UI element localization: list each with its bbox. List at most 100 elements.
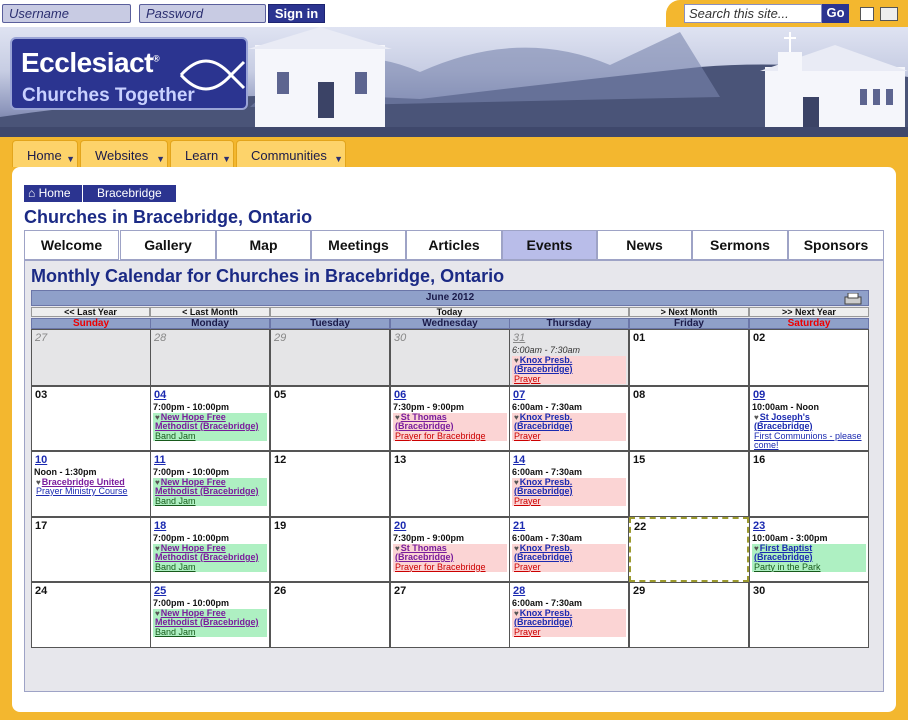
event-organization-link[interactable]: Knox Presb. (Bracebridge): [514, 543, 573, 563]
nav-home[interactable]: Home ▼: [12, 140, 78, 167]
event-name-link[interactable]: Prayer: [514, 496, 624, 507]
calendar-day-cell[interactable]: 20 7:30pm - 9:00pm ♥St Thomas (Bracebridge…: [390, 517, 510, 582]
event-name-link[interactable]: Band Jam: [155, 496, 265, 507]
day-number[interactable]: 18: [154, 520, 166, 532]
day-number[interactable]: 20: [394, 520, 406, 532]
calendar-day-cell[interactable]: 30: [390, 329, 510, 386]
tab-sponsors[interactable]: Sponsors: [788, 230, 884, 260]
event-organization-link[interactable]: New Hope Free Methodist (Bracebridge): [155, 412, 259, 432]
next-month-link[interactable]: > Next Month: [629, 307, 749, 317]
event-name-link[interactable]: Prayer: [514, 562, 624, 573]
tab-gallery[interactable]: Gallery: [120, 230, 216, 260]
tab-welcome[interactable]: Welcome: [24, 230, 119, 260]
event-organization-link[interactable]: St Joseph's (Bracebridge): [754, 412, 813, 432]
calendar-day-cell[interactable]: 13: [390, 451, 510, 517]
day-number[interactable]: 23: [753, 520, 765, 532]
day-number[interactable]: 07: [513, 389, 525, 401]
event-organization-link[interactable]: New Hope Free Methodist (Bracebridge): [155, 543, 259, 563]
calendar-day-cell[interactable]: 30: [749, 582, 869, 648]
calendar-day-cell[interactable]: 10 Noon - 1:30pm ♥Bracebridge United Prayer…: [31, 451, 151, 517]
calendar-day-cell[interactable]: 09 10:00am - Noon ♥St Joseph's (Bracebridg…: [749, 386, 869, 451]
username-input[interactable]: Username: [2, 4, 131, 23]
calendar-day-cell[interactable]: 21 6:00am - 7:30am ♥Knox Presb. (Bracebrid…: [509, 517, 629, 582]
calendar-day-cell[interactable]: 23 10:00am - 3:00pm ♥First Baptist (Braceb…: [749, 517, 869, 582]
calendar-day-cell[interactable]: 04 7:00pm - 10:00pm ♥New Hope Free Methodi…: [150, 386, 270, 451]
calendar-day-cell[interactable]: 29: [629, 582, 749, 648]
day-number[interactable]: 25: [154, 585, 166, 597]
event-organization-link[interactable]: Knox Presb. (Bracebridge): [514, 412, 573, 432]
tab-articles[interactable]: Articles: [406, 230, 502, 260]
calendar-day-cell[interactable]: 06 7:30pm - 9:00pm ♥St Thomas (Bracebridge…: [390, 386, 510, 451]
breadcrumb-home[interactable]: ⌂ Home: [24, 185, 82, 202]
event-name-link[interactable]: Band Jam: [155, 562, 265, 573]
breadcrumb-bracebridge[interactable]: Bracebridge: [82, 185, 176, 202]
event-organization-link[interactable]: First Baptist (Bracebridge): [754, 543, 813, 563]
calendar-day-cell[interactable]: 17: [31, 517, 151, 582]
event-name-link[interactable]: Prayer: [514, 627, 624, 638]
event-name-link[interactable]: Prayer: [514, 431, 624, 442]
event-name-link[interactable]: Band Jam: [155, 431, 265, 442]
event-name-link[interactable]: Party in the Park: [754, 562, 864, 573]
text-size-icon[interactable]: [860, 7, 874, 21]
day-number[interactable]: 31: [513, 332, 525, 344]
tab-sermons[interactable]: Sermons: [692, 230, 788, 260]
password-input[interactable]: Password: [139, 4, 266, 23]
event-organization-link[interactable]: Knox Presb. (Bracebridge): [514, 608, 573, 628]
go-button[interactable]: Go: [822, 4, 849, 23]
day-number[interactable]: 11: [154, 454, 166, 466]
print-icon[interactable]: [844, 293, 862, 305]
calendar-day-cell[interactable]: 18 7:00pm - 10:00pm ♥New Hope Free Methodi…: [150, 517, 270, 582]
last-year-link[interactable]: << Last Year: [31, 307, 150, 317]
calendar-day-cell[interactable]: 26: [270, 582, 390, 648]
next-year-link[interactable]: >> Next Year: [749, 307, 869, 317]
event-name-link[interactable]: Prayer: [514, 374, 624, 385]
nav-websites[interactable]: Websites ▼: [80, 140, 168, 167]
day-number[interactable]: 06: [394, 389, 406, 401]
day-number[interactable]: 10: [35, 454, 47, 466]
today-link[interactable]: Today: [270, 307, 629, 317]
event-name-link[interactable]: First Communions - please come!: [754, 431, 864, 451]
event-organization-link[interactable]: New Hope Free Methodist (Bracebridge): [155, 608, 259, 628]
sign-in-button[interactable]: Sign in: [268, 4, 325, 23]
calendar-day-cell[interactable]: 02: [749, 329, 869, 386]
tab-events[interactable]: Events: [502, 230, 597, 260]
calendar-day-cell[interactable]: 01: [629, 329, 749, 386]
calendar-day-cell[interactable]: 28: [150, 329, 270, 386]
day-number[interactable]: 14: [513, 454, 525, 466]
calendar-day-cell[interactable]: 22: [629, 517, 749, 582]
event-organization-link[interactable]: St Thomas (Bracebridge): [395, 412, 454, 432]
calendar-day-cell[interactable]: 25 7:00pm - 10:00pm ♥New Hope Free Methodi…: [150, 582, 270, 648]
calendar-day-cell[interactable]: 19: [270, 517, 390, 582]
calendar-day-cell[interactable]: 14 6:00am - 7:30am ♥Knox Presb. (Bracebrid…: [509, 451, 629, 517]
event-organization-link[interactable]: Bracebridge United: [42, 477, 125, 487]
site-logo[interactable]: Ecclesiact® Churches Together: [10, 37, 248, 110]
calendar-day-cell[interactable]: 31 6:00am - 7:30am ♥Knox Presb. (Bracebrid…: [509, 329, 629, 386]
day-number[interactable]: 28: [513, 585, 525, 597]
tab-meetings[interactable]: Meetings: [311, 230, 406, 260]
tab-map[interactable]: Map: [216, 230, 311, 260]
calendar-day-cell[interactable]: 24: [31, 582, 151, 648]
calendar-day-cell[interactable]: 07 6:00am - 7:30am ♥Knox Presb. (Bracebrid…: [509, 386, 629, 451]
calendar-day-cell[interactable]: 05: [270, 386, 390, 451]
calendar-day-cell[interactable]: 03: [31, 386, 151, 451]
event-organization-link[interactable]: St Thomas (Bracebridge): [395, 543, 454, 563]
nav-learn[interactable]: Learn ▼: [170, 140, 234, 167]
event-organization-link[interactable]: New Hope Free Methodist (Bracebridge): [155, 477, 259, 497]
event-organization-link[interactable]: Knox Presb. (Bracebridge): [514, 477, 573, 497]
day-number[interactable]: 09: [753, 389, 765, 401]
calendar-day-cell[interactable]: 11 7:00pm - 10:00pm ♥New Hope Free Methodi…: [150, 451, 270, 517]
calendar-day-cell[interactable]: 27: [31, 329, 151, 386]
calendar-day-cell[interactable]: 15: [629, 451, 749, 517]
search-input[interactable]: Search this site...: [684, 4, 822, 23]
print-icon[interactable]: [880, 7, 898, 21]
event-name-link[interactable]: Prayer Ministry Course: [36, 486, 146, 497]
day-number[interactable]: 21: [513, 520, 525, 532]
event-name-link[interactable]: Band Jam: [155, 627, 265, 638]
day-number[interactable]: 04: [154, 389, 166, 401]
nav-communities[interactable]: Communities ▼: [236, 140, 346, 167]
event-name-link[interactable]: Prayer for Bracebridge: [395, 431, 505, 442]
calendar-day-cell[interactable]: 28 6:00am - 7:30am ♥Knox Presb. (Bracebrid…: [509, 582, 629, 648]
event-organization-link[interactable]: Knox Presb. (Bracebridge): [514, 355, 573, 375]
calendar-day-cell[interactable]: 27: [390, 582, 510, 648]
calendar-day-cell[interactable]: 29: [270, 329, 390, 386]
